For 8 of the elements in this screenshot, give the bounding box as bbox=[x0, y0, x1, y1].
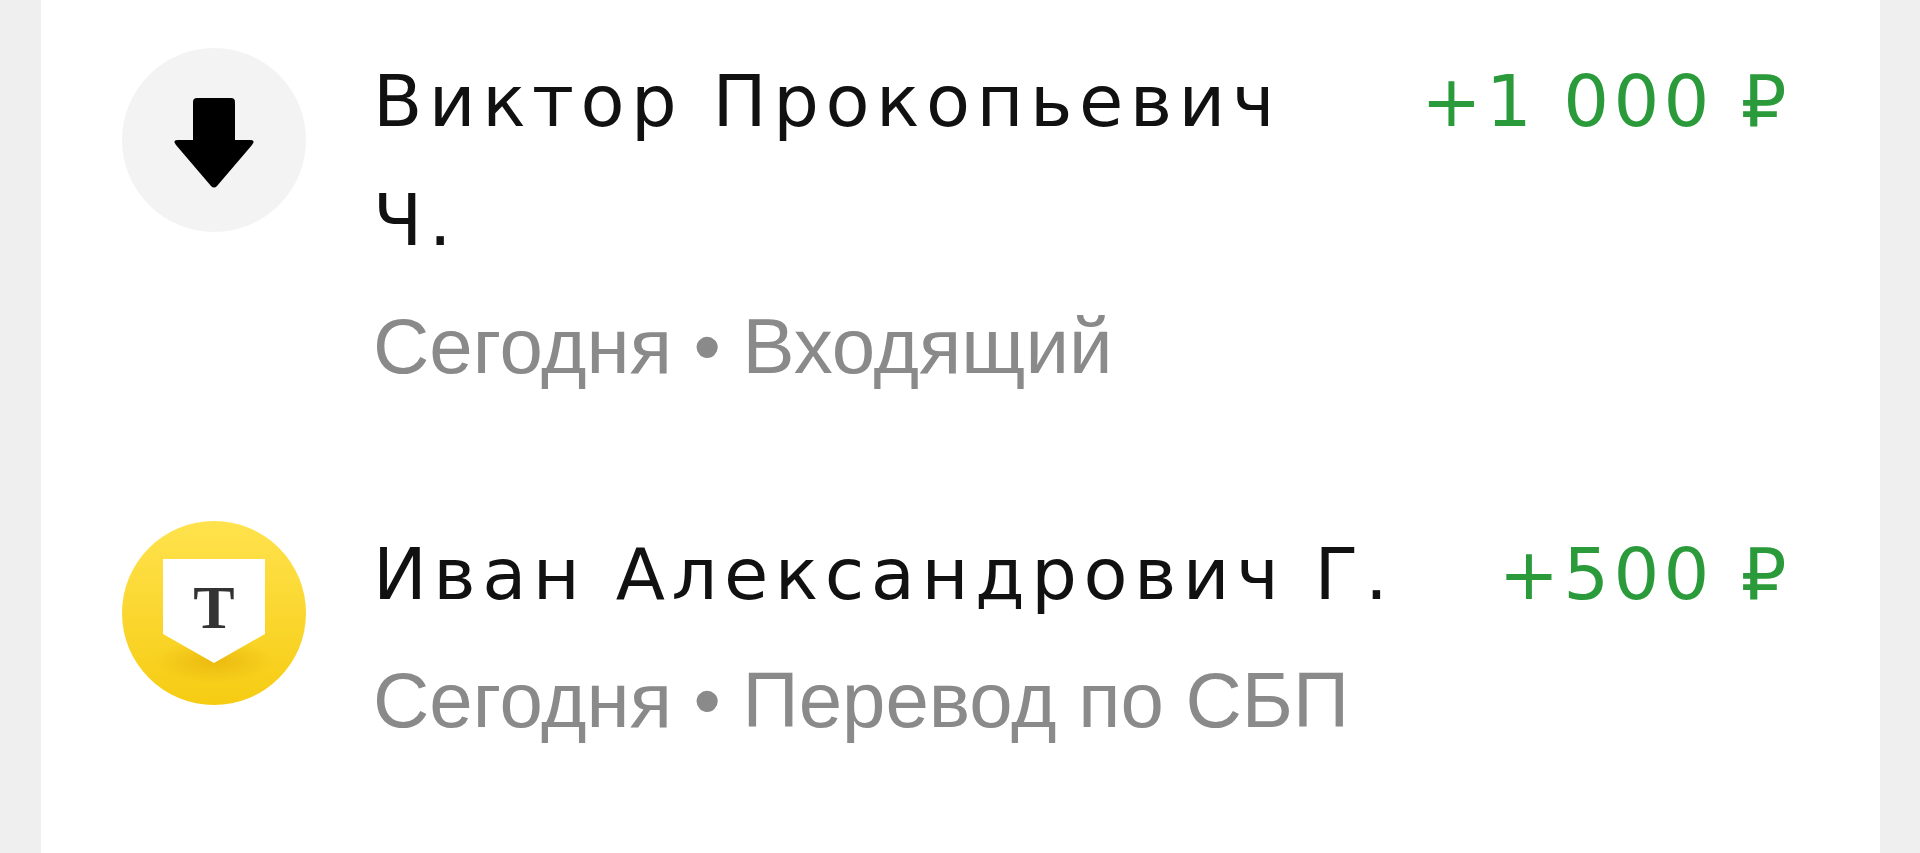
arrow-down-icon bbox=[122, 48, 306, 232]
amount-text: +1 000 ₽ bbox=[1421, 58, 1791, 145]
sender-name: Иван Александрович Г. bbox=[373, 531, 1396, 618]
amount-text: +500 ₽ bbox=[1498, 531, 1791, 618]
transaction-details: Сегодня • Перевод по СБП bbox=[373, 655, 1351, 745]
shield-logo-icon: Т bbox=[122, 521, 306, 705]
sender-name: Виктор Прокопьевич Ч. bbox=[373, 58, 1282, 264]
transaction-details: Сегодня • Входящий bbox=[373, 301, 1114, 391]
